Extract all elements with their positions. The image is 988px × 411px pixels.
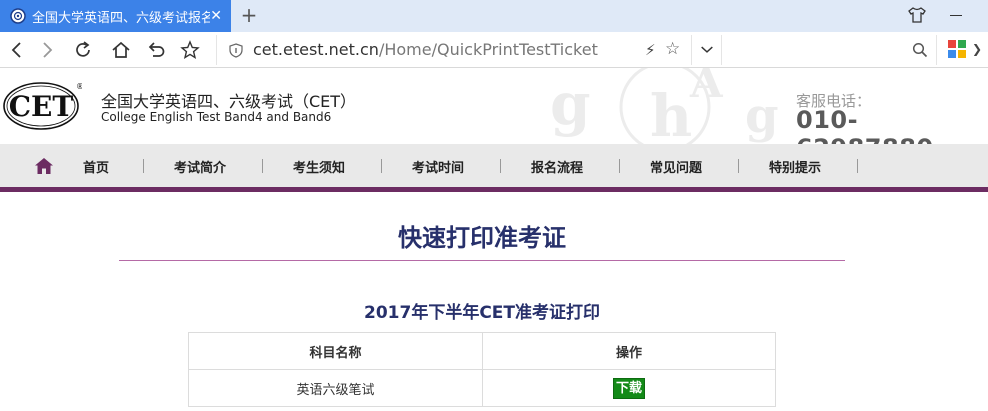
column-header-subject: 科目名称 — [188, 332, 483, 370]
nav-divider — [857, 159, 858, 173]
brand-name-en: College English Test Band4 and Band6 — [101, 110, 332, 124]
search-icon[interactable] — [912, 42, 928, 58]
table-header-row: 科目名称 操作 — [188, 332, 776, 370]
action-cell: 下载 — [482, 369, 776, 407]
favorite-star-icon[interactable] — [179, 39, 201, 61]
logo-registered: ® — [76, 82, 82, 91]
nav-item-candidate-notice[interactable]: 考生须知 — [293, 157, 345, 176]
tab-close-icon[interactable]: ✕ — [210, 8, 222, 24]
cet-logo: CET ® — [3, 82, 82, 130]
browser-tab-active[interactable]: 全国大学英语四、六级考试报名 ✕ — [0, 0, 231, 32]
home-browser-icon[interactable] — [110, 39, 132, 61]
nav-item-faq[interactable]: 常见问题 — [650, 157, 702, 176]
nav-divider — [738, 159, 739, 173]
download-button[interactable]: 下载 — [612, 377, 645, 399]
page-title: 快速打印准考证 — [398, 224, 566, 252]
nav-item-registration-process[interactable]: 报名流程 — [531, 157, 583, 176]
column-header-action: 操作 — [482, 332, 776, 370]
home-icon[interactable] — [35, 158, 53, 174]
background-watermark: g h A g — [520, 68, 820, 144]
security-shield-icon[interactable] — [229, 43, 243, 58]
search-box[interactable] — [721, 35, 937, 65]
url-text[interactable]: cet.etest.net.cn/Home/QuickPrintTestTick… — [253, 40, 598, 59]
address-bar[interactable]: cet.etest.net.cn/Home/QuickPrintTestTick… — [216, 35, 721, 65]
site-header: g h A g CET ® 全国大学英语四、六级考试（CET） College … — [0, 68, 988, 144]
nav-divider — [143, 159, 144, 173]
main-nav: 首页 考试简介 考生须知 考试时间 报名流程 常见问题 特别提示 — [0, 144, 988, 187]
nav-divider — [262, 159, 263, 173]
back-icon[interactable] — [6, 39, 28, 61]
nav-item-special-notice[interactable]: 特别提示 — [769, 157, 821, 176]
lightning-icon[interactable]: ⚡ — [645, 41, 656, 59]
bookmark-star-icon[interactable]: ☆ — [665, 39, 680, 59]
apps-grid-icon[interactable] — [948, 40, 966, 58]
subject-cell: 英语六级笔试 — [188, 369, 483, 407]
forward-icon[interactable] — [36, 39, 58, 61]
logo-text: CET — [9, 90, 74, 123]
nav-item-exam-time[interactable]: 考试时间 — [412, 157, 464, 176]
url-path: /Home/QuickPrintTestTicket — [378, 40, 598, 59]
url-host: cet.etest.net.cn — [253, 40, 379, 59]
tab-title: 全国大学英语四、六级考试报名 — [32, 10, 210, 26]
address-dropdown-chevron-icon[interactable] — [691, 35, 722, 65]
section-title: 2017年下半年CET准考证打印 — [364, 303, 600, 323]
browser-toolbar: cet.etest.net.cn/Home/QuickPrintTestTick… — [0, 32, 988, 68]
nav-item-exam-intro[interactable]: 考试简介 — [174, 157, 226, 176]
title-divider — [119, 260, 845, 261]
nav-divider — [381, 159, 382, 173]
more-chevron-icon[interactable]: ❯ — [972, 42, 982, 56]
new-tab-button[interactable]: + — [238, 4, 260, 26]
window-minimize-button[interactable] — [950, 15, 962, 16]
nav-item-home[interactable]: 首页 — [83, 157, 109, 176]
skin-shirt-icon[interactable] — [908, 6, 926, 24]
browser-tab-bar: 全国大学英语四、六级考试报名 ✕ + — [0, 0, 988, 32]
nav-divider — [619, 159, 620, 173]
ticket-table: 科目名称 操作 英语六级笔试 下载 — [188, 332, 776, 407]
nav-divider — [500, 159, 501, 173]
undo-icon[interactable] — [145, 39, 167, 61]
hotline-number: 010-62987880 — [796, 106, 933, 144]
table-row: 英语六级笔试 下载 — [188, 369, 776, 407]
nav-accent-strip — [0, 187, 988, 192]
site-favicon-icon — [10, 8, 26, 24]
refresh-icon[interactable] — [72, 39, 94, 61]
brand-name-cn: 全国大学英语四、六级考试（CET） — [101, 92, 357, 111]
